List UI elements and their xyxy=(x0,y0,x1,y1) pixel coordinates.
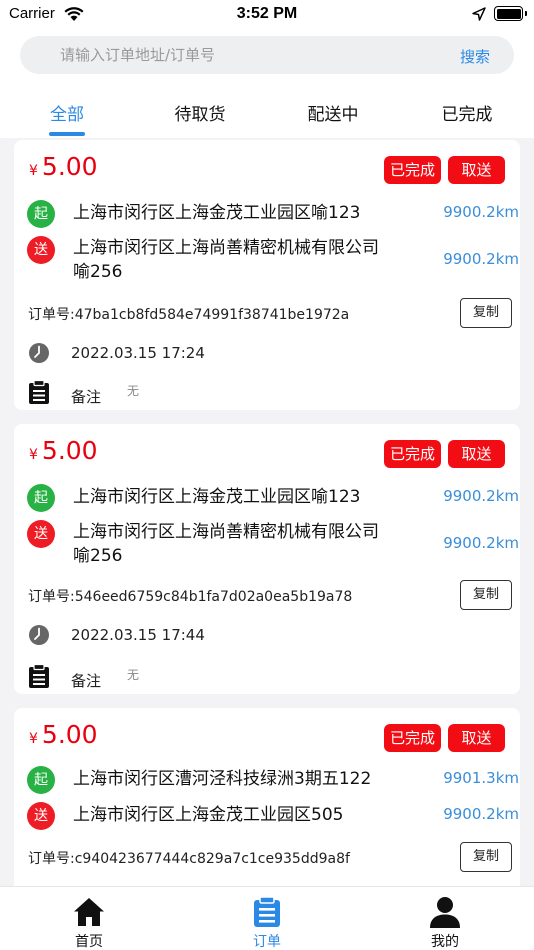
tabbar-label: 我的 xyxy=(431,934,459,950)
bottom-tab-bar: 首页 订单 我的 xyxy=(0,886,534,950)
clock-time: 3:52 PM xyxy=(236,5,298,22)
delivery-distance: 9900.2km xyxy=(443,534,519,552)
currency-symbol: ¥ xyxy=(29,731,38,747)
order-number: 订单号:c940423677444c829a7c1ce935dd9a8f xyxy=(28,851,350,867)
delivery-row: 送 上海市闵行区上海金茂工业园区505 9900.2km xyxy=(27,802,519,832)
pickup-address: 上海市闵行区上海金茂工业园区喻123 xyxy=(73,203,361,223)
tab-label: 待取货 xyxy=(174,105,226,125)
delivery-address: 上海市闵行区上海金茂工业园区505 xyxy=(73,805,344,825)
order-price: ¥ 5.00 xyxy=(29,152,98,181)
status-badge: 已完成 xyxy=(384,724,441,752)
tab-label: 配送中 xyxy=(307,105,359,125)
pickup-row: 起 上海市闵行区上海金茂工业园区喻123 9900.2km xyxy=(27,200,519,230)
tab-all[interactable]: 全部 xyxy=(17,100,117,136)
order-list[interactable]: ¥ 5.00 已完成 取送 起 上海市闵行区上海金茂工业园区喻123 9900.… xyxy=(0,138,534,886)
clipboard-icon xyxy=(29,664,49,688)
delivery-row: 送 上海市闵行区上海尚善精密机械有限公司喻256 9900.2km xyxy=(27,520,519,570)
delivery-icon: 送 xyxy=(27,520,55,548)
start-icon: 起 xyxy=(27,766,55,794)
delivery-distance: 9900.2km xyxy=(443,805,519,823)
tabbar-label: 订单 xyxy=(253,934,281,950)
order-number: 订单号:546eed6759c84b1fa7d02a0ea5b19a78 xyxy=(28,589,353,605)
order-card[interactable]: ¥ 5.00 已完成 取送 起 上海市闵行区上海金茂工业园区喻123 9900.… xyxy=(14,424,520,694)
note-value: 无 xyxy=(127,668,140,682)
profile-icon xyxy=(430,897,460,928)
order-price: ¥ 5.00 xyxy=(29,436,98,465)
note-value: 无 xyxy=(127,384,140,398)
pickup-delivery-button[interactable]: 取送 xyxy=(448,156,505,184)
clock-icon xyxy=(29,343,49,363)
start-icon: 起 xyxy=(27,200,55,228)
status-badge: 已完成 xyxy=(384,440,441,468)
clock-icon xyxy=(29,625,49,645)
tabbar-home[interactable]: 首页 xyxy=(0,887,178,950)
order-card[interactable]: ¥ 5.00 已完成 取送 起 上海市闵行区上海金茂工业园区喻123 9900.… xyxy=(14,140,520,410)
order-time: 2022.03.15 17:24 xyxy=(71,344,205,362)
pickup-delivery-button[interactable]: 取送 xyxy=(448,440,505,468)
active-tab-indicator xyxy=(17,132,117,136)
tab-pending-pickup[interactable]: 待取货 xyxy=(150,100,250,125)
delivery-icon: 送 xyxy=(27,236,55,264)
order-time: 2022.03.15 17:44 xyxy=(71,626,205,644)
home-icon xyxy=(74,898,104,926)
start-icon: 起 xyxy=(27,484,55,512)
pickup-distance: 9900.2km xyxy=(443,203,519,221)
order-number: 订单号:47ba1cb8fd584e74991f38741be1972a xyxy=(28,307,350,323)
pickup-distance: 9901.3km xyxy=(443,769,519,787)
currency-symbol: ¥ xyxy=(29,163,38,179)
delivery-address: 上海市闵行区上海尚善精密机械有限公司喻256 xyxy=(73,238,379,282)
order-list-icon xyxy=(254,896,280,927)
clipboard-icon xyxy=(29,380,49,404)
order-number-row: 订单号:47ba1cb8fd584e74991f38741be1972a 复制 xyxy=(28,298,512,330)
tab-delivering[interactable]: 配送中 xyxy=(283,100,383,125)
pickup-distance: 9900.2km xyxy=(443,487,519,505)
delivery-address: 上海市闵行区上海尚善精密机械有限公司喻256 xyxy=(73,522,379,566)
copy-button[interactable]: 复制 xyxy=(460,298,512,328)
copy-button[interactable]: 复制 xyxy=(460,580,512,610)
search-button[interactable]: 搜索 xyxy=(460,46,490,67)
pickup-row: 起 上海市闵行区漕河泾科技绿洲3期五122 9901.3km xyxy=(27,766,519,796)
header: 搜索 全部 待取货 配送中 已完成 xyxy=(0,28,534,138)
location-arrow-icon xyxy=(472,7,486,21)
copy-button[interactable]: 复制 xyxy=(460,842,512,872)
order-time-row: 2022.03.15 17:44 xyxy=(28,624,428,648)
pickup-address: 上海市闵行区漕河泾科技绿洲3期五122 xyxy=(73,769,372,789)
order-number-row: 订单号:c940423677444c829a7c1ce935dd9a8f 复制 xyxy=(28,842,512,874)
note-label: 备注 xyxy=(71,672,102,690)
price-value: 5.00 xyxy=(41,720,98,749)
price-value: 5.00 xyxy=(41,152,98,181)
delivery-icon: 送 xyxy=(27,802,55,830)
tabbar-orders[interactable]: 订单 xyxy=(178,887,356,950)
order-card[interactable]: ¥ 5.00 已完成 取送 起 上海市闵行区漕河泾科技绿洲3期五122 9901… xyxy=(14,708,520,886)
order-number-row: 订单号:546eed6759c84b1fa7d02a0ea5b19a78 复制 xyxy=(28,580,512,612)
search-bar: 搜索 xyxy=(20,36,514,74)
battery-icon xyxy=(494,6,527,21)
note-row: 备注 无 xyxy=(28,664,428,690)
order-tabs: 全部 待取货 配送中 已完成 xyxy=(0,94,534,138)
delivery-row: 送 上海市闵行区上海尚善精密机械有限公司喻256 9900.2km xyxy=(27,236,519,286)
status-badge: 已完成 xyxy=(384,156,441,184)
tabbar-profile[interactable]: 我的 xyxy=(356,887,534,950)
tab-completed[interactable]: 已完成 xyxy=(417,100,517,125)
note-row: 备注 无 xyxy=(28,380,428,406)
order-time-row: 2022.03.15 17:24 xyxy=(28,342,428,366)
tab-label: 全部 xyxy=(50,105,84,125)
pickup-address: 上海市闵行区上海金茂工业园区喻123 xyxy=(73,487,361,507)
currency-symbol: ¥ xyxy=(29,447,38,463)
pickup-row: 起 上海市闵行区上海金茂工业园区喻123 9900.2km xyxy=(27,484,519,514)
delivery-distance: 9900.2km xyxy=(443,250,519,268)
tabbar-label: 首页 xyxy=(75,934,103,950)
search-input[interactable] xyxy=(60,36,440,74)
price-value: 5.00 xyxy=(41,436,98,465)
status-bar: Carrier 3:52 PM xyxy=(0,0,534,28)
order-price: ¥ 5.00 xyxy=(29,720,98,749)
pickup-delivery-button[interactable]: 取送 xyxy=(448,724,505,752)
note-label: 备注 xyxy=(71,388,102,406)
tab-label: 已完成 xyxy=(441,105,493,125)
